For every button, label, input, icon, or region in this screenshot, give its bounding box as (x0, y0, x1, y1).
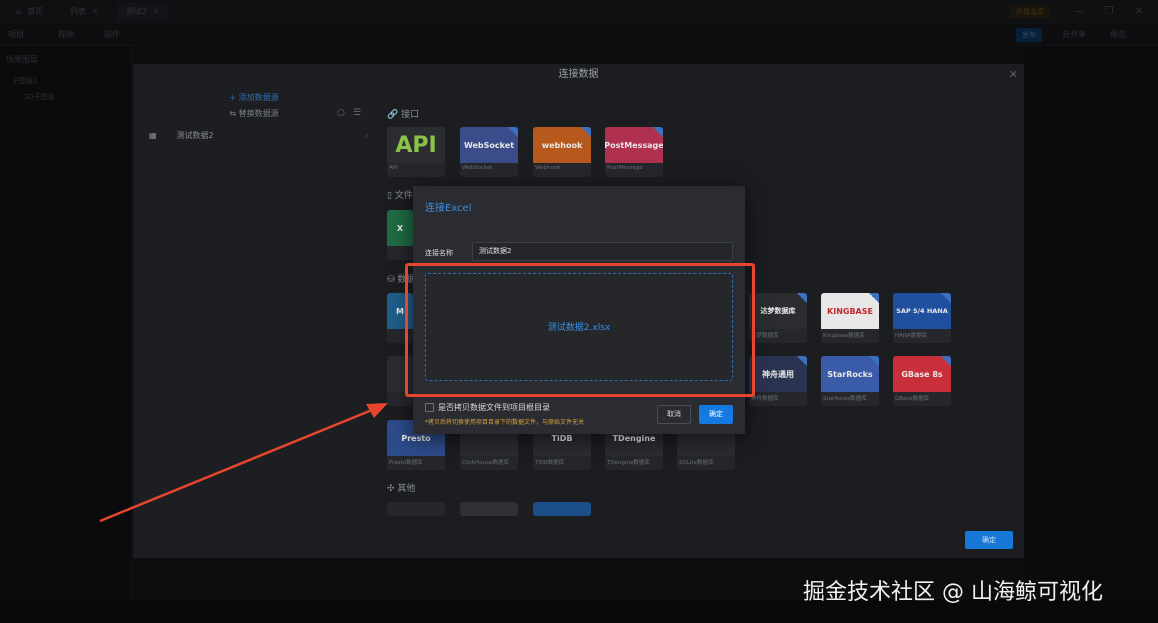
annotation-arrow (99, 403, 388, 523)
watermark: 掘金技术社区 @ 山海鲸可视化 (803, 580, 1103, 605)
